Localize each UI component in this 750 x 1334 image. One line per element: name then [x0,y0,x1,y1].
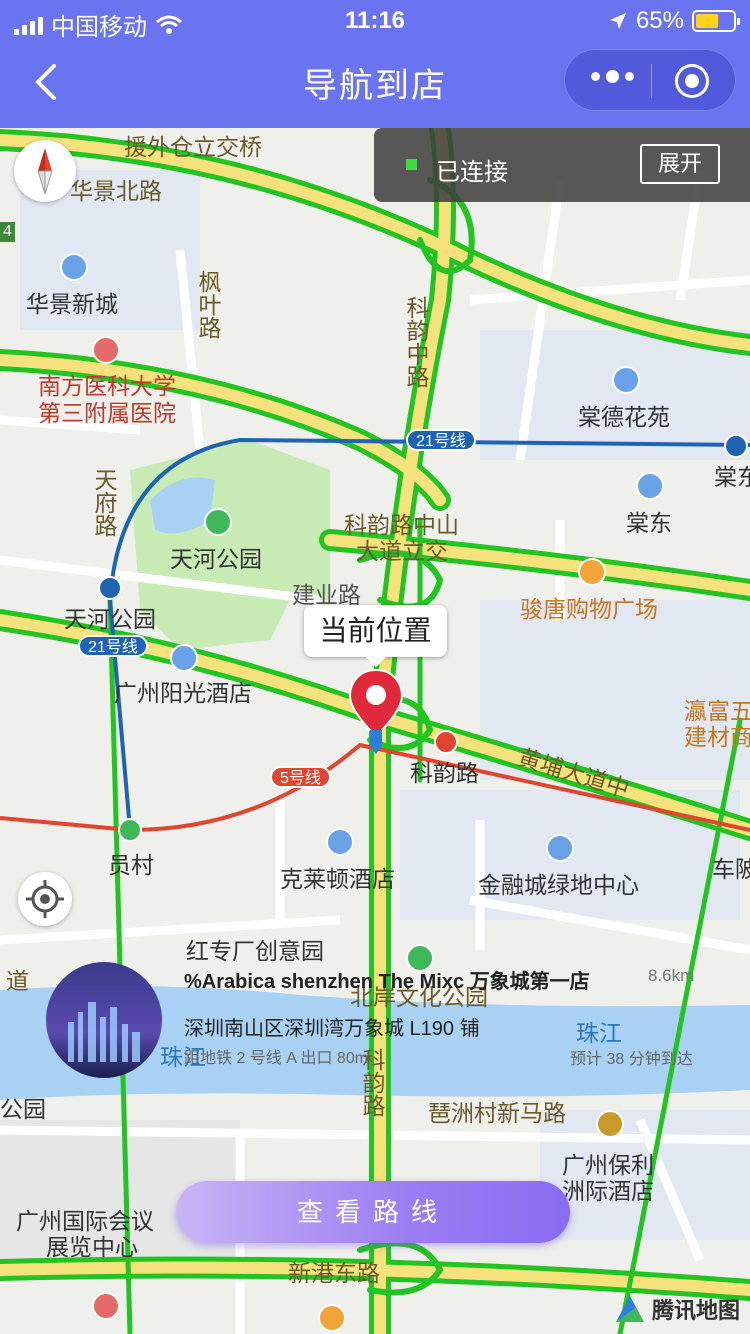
map-label-tangde: 棠德花苑 [578,404,670,430]
store-address: 深圳南山区深圳湾万象城 L190 铺 [184,1018,480,1040]
connection-panel: 已连接 展开 [374,128,750,202]
building-pin-icon [92,1292,120,1320]
metro-station-icon [98,576,122,600]
store-name: %Arabica shenzhen The Mixc 万象城第一店 [184,971,590,993]
map-label-pearl-river: 珠江 [576,1020,622,1046]
map-label-tianfu: 天府路 [91,468,117,537]
map-label-yingfu-2: 建材商 [684,724,750,750]
metro-station-icon [434,730,458,754]
map-label-keyun-interchange-1: 科韵路中山 [344,512,459,538]
shopping-pin-icon [578,558,606,586]
connected-indicator-icon [406,159,417,170]
map-label-yuancun: 员村 [108,852,154,878]
map-label-keyun-zhong: 科韵中路 [403,296,429,388]
hotel-pin-icon [170,644,198,672]
map-view[interactable]: 援外仓立交桥 华景北路 华景新城 枫叶路 南方医科大学 第三附属医院 科韵中路 … [0,128,750,1334]
map-label-chebei: 车陂 [712,856,750,882]
store-metro-info: 距地铁 2 号线 A 出口 80m [184,1050,369,1067]
map-label-yingfu-1: 瀛富五 [684,698,750,724]
map-label-juntang: 骏唐购物广场 [520,596,658,622]
map-label-side-4: 4 [0,222,15,242]
metro-line-5-badge: 5号线 [270,766,331,788]
location-arrow-icon [609,13,626,29]
shopping-pin-icon [318,1304,346,1332]
current-location-label: 当前位置 [304,605,447,667]
map-label-yuanwai: 援外仓立交桥 [124,134,262,160]
map-label-baoli-1: 广州保利 [562,1152,654,1178]
store-eta: 预计 38 分钟到达 [570,1051,693,1068]
tencent-maps-logo-text: 腾讯地图 [651,1298,740,1323]
current-location-marker-icon [348,668,404,754]
map-label-keyun-road: 科韵路 [410,760,479,786]
status-bar: 中国移动 11:16 65% [0,0,750,41]
map-label-keyun-interchange-2: 大道立交 [356,538,448,564]
locate-me-icon[interactable] [18,872,72,926]
map-label-park-left: 公园 [0,1096,46,1122]
hospital-pin-icon [92,336,120,364]
residential-pin-icon [60,253,88,281]
map-label-tianhe-park-station: 天河公园 [64,606,156,632]
connection-status: 已连接 [436,159,508,186]
store-distance: 8.6km [648,966,695,985]
map-label-jianye: 建业路 [292,582,361,608]
battery-icon [692,10,740,32]
compass-icon[interactable] [14,140,76,202]
map-label-convention-1: 广州国际会议 [16,1208,154,1234]
map-label-hongzhuanchang: 红专厂创意园 [186,938,324,964]
map-label-pazhou-road: 琶洲村新马路 [428,1100,566,1126]
tencent-maps-logo-icon [615,1296,644,1322]
map-label-huajing-xincheng: 华景新城 [26,291,118,317]
map-label-jinrongcheng: 金融城绿地中心 [478,872,639,898]
map-label-xingang: 新港东路 [288,1260,380,1286]
tencent-maps-logo: 腾讯地图 [612,1292,740,1326]
metro-line-21-badge: 21号线 [406,429,476,451]
metro-station-icon [724,434,748,458]
map-label-guangzhou-sunshine: 广州阳光酒店 [114,680,252,706]
battery-percent: 65% [635,7,684,34]
map-label-hospital-2: 第三附属医院 [38,400,176,426]
residential-pin-icon [636,472,664,500]
map-label-fengye: 枫叶路 [195,270,221,339]
metro-line-21-badge: 21号线 [78,635,148,657]
hotel-pin-icon [326,828,354,856]
store-image [46,962,162,1078]
app-header: 中国移动 11:16 65% 导航到店 [0,0,750,128]
map-label-huajing-north: 华景北路 [70,178,162,204]
office-pin-icon [546,834,574,862]
miniprogram-capsule [564,49,736,111]
more-icon[interactable] [591,70,634,83]
map-label-tianhe-park: 天河公园 [170,546,262,572]
expand-button[interactable]: 展开 [640,144,720,184]
map-label-dao-left: 道 [6,968,29,994]
map-label-hilton: 克莱顿酒店 [280,866,395,892]
view-route-button[interactable]: 查看路线 [176,1181,570,1243]
map-label-tangdong: 棠东 [626,510,672,536]
map-label-hospital-1: 南方医科大学 [38,373,176,399]
park-pin-icon [204,508,232,536]
map-label-tangdong-station: 棠东 [714,464,750,490]
residential-pin-icon [612,366,640,394]
map-label-baoli-2: 洲际酒店 [562,1178,654,1204]
metro-station-icon [118,818,142,842]
hotel-pin-icon [596,1110,624,1138]
map-label-convention-2: 展览中心 [46,1234,138,1260]
close-miniprogram-icon[interactable] [675,64,709,98]
